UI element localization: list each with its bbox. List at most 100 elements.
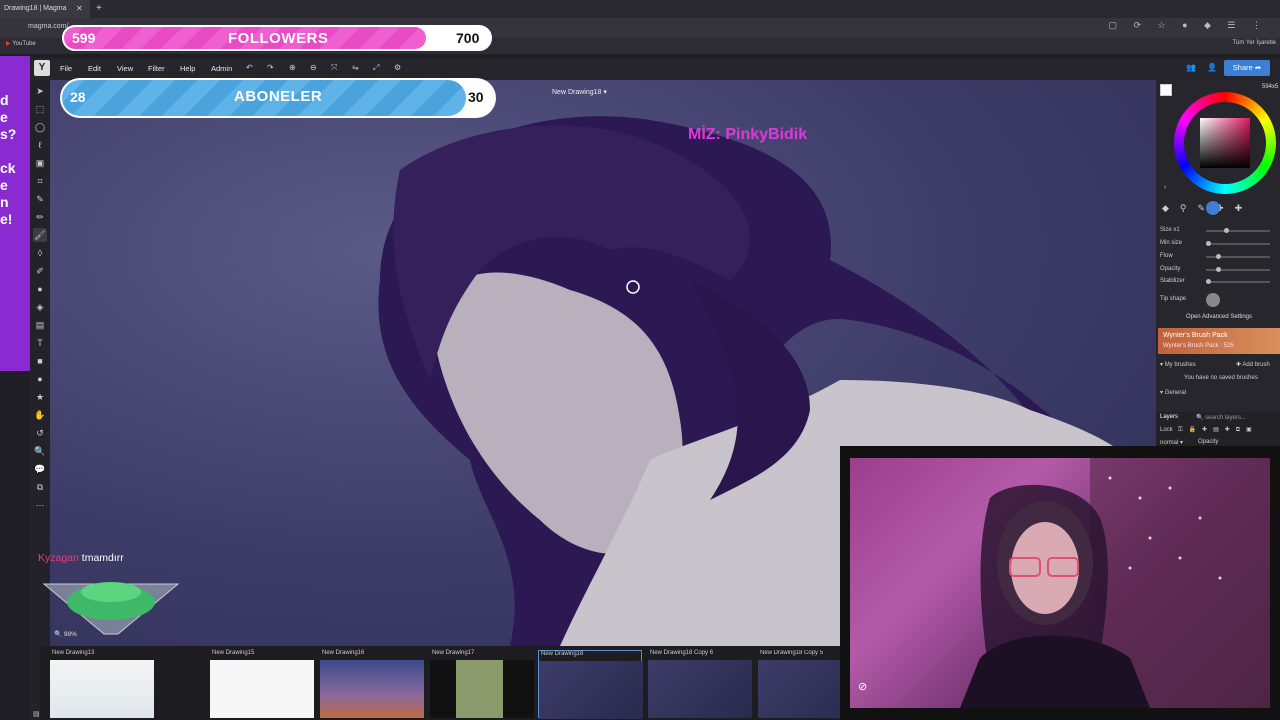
brush-icon[interactable]: 🖌 xyxy=(33,228,47,242)
flow-slider[interactable] xyxy=(1206,254,1270,259)
color-picker-square[interactable] xyxy=(1200,118,1250,168)
menu-help[interactable]: Help xyxy=(180,64,195,73)
comment-icon[interactable]: 💬 xyxy=(33,462,47,476)
menu-admin[interactable]: Admin xyxy=(211,64,232,73)
size-slider[interactable] xyxy=(1206,228,1270,233)
layer-lock-icons[interactable]: ⚿🔒✚▤✚⧉▣ xyxy=(1178,426,1258,434)
opacity-label: Opacity xyxy=(1160,266,1181,272)
color-swatch[interactable] xyxy=(1160,84,1172,96)
fullscreen-icon[interactable]: ⤢ xyxy=(373,63,379,73)
move-tool-icon[interactable]: ➤ xyxy=(33,84,47,98)
thumbnail-image xyxy=(50,660,154,718)
close-tab-icon[interactable]: ✕ xyxy=(76,0,83,18)
new-tab-icon[interactable]: + xyxy=(96,0,102,18)
thumbnail-label: New Drawing15 xyxy=(212,650,255,656)
tip-shape-preview[interactable] xyxy=(1206,293,1220,307)
brush-pack-title: Wynter's Brush Pack xyxy=(1163,332,1228,339)
active-brush-preset[interactable] xyxy=(1206,201,1220,215)
thumbnail-label: New Drawing18 xyxy=(541,651,584,657)
menu-filter[interactable]: Filter xyxy=(148,64,165,73)
drawing-title: New Drawing18 xyxy=(552,89,602,96)
rotate-icon[interactable]: ↺ xyxy=(33,426,47,440)
stabilizer-slider[interactable] xyxy=(1206,279,1270,284)
pencil-icon[interactable]: ✏ xyxy=(33,210,47,224)
text-tool-icon[interactable]: T xyxy=(33,336,47,350)
expand-icon[interactable]: › xyxy=(1164,184,1166,191)
chat-text: tmamdırr xyxy=(81,552,124,564)
thumbnail-drawing17[interactable]: New Drawing17 xyxy=(430,650,534,718)
my-brushes-toggle[interactable]: ▾ My brushes xyxy=(1160,361,1196,368)
thumbnail-drawing18[interactable]: New Drawing18 xyxy=(538,650,643,719)
bookmark-youtube[interactable]: ▶ YouTube xyxy=(6,40,36,47)
ellipse-icon[interactable]: ● xyxy=(33,372,47,386)
size-label: Size x1 xyxy=(1160,227,1180,233)
eyedropper-icon[interactable]: ✎ xyxy=(33,192,47,206)
share-button[interactable]: Share ➦ xyxy=(1224,60,1270,76)
redo-icon[interactable]: ↷ xyxy=(267,63,274,72)
thumbnail-drawing15[interactable]: New Drawing15 xyxy=(210,650,314,718)
hand-icon[interactable]: ✋ xyxy=(33,408,47,422)
resolution-readout: 594x5 xyxy=(1262,84,1279,90)
browser-tab-bar xyxy=(0,0,1280,18)
thumbnail-drawing18-copy5[interactable]: New Drawing18 Copy 5 xyxy=(758,650,840,718)
advanced-settings-button[interactable]: Open Advanced Settings xyxy=(1160,314,1278,320)
undo-icon[interactable]: ↶ xyxy=(246,63,253,72)
menu-file[interactable]: File xyxy=(60,64,72,73)
add-user-icon[interactable]: 👤 xyxy=(1207,63,1217,72)
menu-view[interactable]: View xyxy=(117,64,133,73)
transform-icon[interactable]: ▣ xyxy=(33,156,47,170)
shape-icon[interactable]: ★ xyxy=(33,390,47,404)
add-brush-label: Add brush xyxy=(1242,362,1270,368)
zoom-value: 98% xyxy=(63,631,77,638)
search-layers-placeholder: search layers... xyxy=(1205,415,1246,421)
tip-shape-label: Tip shape xyxy=(1160,296,1187,302)
all-bookmarks[interactable]: Tüm Yer İşaretle xyxy=(1232,40,1276,46)
zoom-indicator[interactable]: 🔍 98% xyxy=(54,630,77,638)
promo-banner-text: d e s? ck e n e! xyxy=(0,92,17,227)
blur-icon[interactable]: ● xyxy=(33,282,47,296)
thumbnail-label: New Drawing17 xyxy=(432,650,475,656)
fill-icon[interactable]: ◈ xyxy=(33,300,47,314)
layers-label: Layers xyxy=(1160,414,1179,420)
smudge-icon[interactable]: ✐ xyxy=(33,264,47,278)
thumbnail-drawing13[interactable]: New Drawing13 xyxy=(50,650,154,718)
gradient-icon[interactable]: ▤ xyxy=(33,318,47,332)
users-icon[interactable]: 👥 xyxy=(1186,63,1196,72)
eraser-icon[interactable]: ◊ xyxy=(33,246,47,260)
subscribers-label: ABONELER xyxy=(234,88,323,105)
webcam-feed xyxy=(850,458,1270,708)
menu-edit[interactable]: Edit xyxy=(88,64,101,73)
drawing-title-dropdown[interactable]: New Drawing18 ▾ xyxy=(552,88,607,96)
fit-icon[interactable]: ⤧ xyxy=(331,63,337,73)
rectangle-icon[interactable]: ■ xyxy=(33,354,47,368)
zoom-tool-icon[interactable]: 🔍 xyxy=(33,444,47,458)
more-tools-icon[interactable]: ⋯ xyxy=(33,498,47,512)
filmstrip-menu-icon[interactable]: ▤ xyxy=(33,710,40,718)
select-ellipse-icon[interactable]: ◯ xyxy=(33,120,47,134)
general-label: General xyxy=(1164,390,1187,396)
zoom-out-icon[interactable]: ⊖ xyxy=(310,63,317,72)
opacity-slider[interactable] xyxy=(1206,267,1270,272)
thumbnail-label: New Drawing13 xyxy=(52,650,95,656)
youtube-icon: ▶ xyxy=(6,41,11,47)
blend-mode-select[interactable]: normal ▾ xyxy=(1160,439,1183,446)
app-logo[interactable]: Y xyxy=(34,60,50,76)
thumbnail-image xyxy=(539,661,643,719)
zoom-in-icon[interactable]: ⊕ xyxy=(289,63,296,72)
thumbnail-drawing16[interactable]: New Drawing16 xyxy=(320,650,424,718)
reference-icon[interactable]: ⧉ xyxy=(33,480,47,494)
min-size-slider[interactable] xyxy=(1206,241,1270,246)
followers-goal: 700 xyxy=(456,30,480,46)
general-toggle[interactable]: ▾ General xyxy=(1160,389,1186,396)
settings-icon[interactable]: ⚙ xyxy=(394,63,401,72)
lasso-icon[interactable]: ℓ xyxy=(33,138,47,152)
crop-icon[interactable]: ⌗ xyxy=(33,174,47,188)
search-layers-input[interactable]: 🔍 search layers... xyxy=(1196,414,1246,421)
thumbnail-drawing18-copy6[interactable]: New Drawing18 Copy 6 xyxy=(648,650,752,718)
browser-actions[interactable]: ▢ ⟳ ☆ ● ◆ ☰ ⋮ xyxy=(1108,20,1268,31)
add-brush-button[interactable]: ✚ Add brush xyxy=(1236,361,1270,368)
bookmark-label: YouTube xyxy=(12,41,36,47)
select-rect-icon[interactable]: ⬚ xyxy=(33,102,47,116)
hide-camera-icon[interactable]: ⊘ xyxy=(858,680,867,693)
flip-icon[interactable]: ⇋ xyxy=(352,63,359,72)
